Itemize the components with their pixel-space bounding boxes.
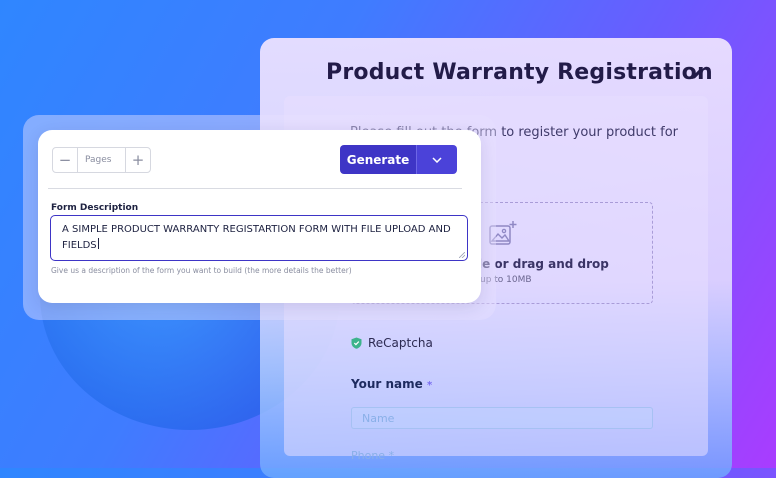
form-description-label: Form Description <box>51 203 139 213</box>
chevron-down-icon <box>432 156 442 163</box>
generate-button-group[interactable]: Generate <box>340 145 457 174</box>
name-label-text: Your name <box>351 377 423 391</box>
required-marker: * <box>426 380 433 391</box>
increment-button[interactable]: + <box>125 148 150 172</box>
resize-grip-icon[interactable] <box>459 252 465 258</box>
generate-options-button[interactable] <box>416 145 457 174</box>
form-description-value: A SIMPLE PRODUCT WARRANTY REGISTARTION F… <box>62 224 451 251</box>
pages-input[interactable]: Pages <box>78 148 125 172</box>
shield-check-icon <box>351 337 362 349</box>
form-description-help: Give us a description of the form you wa… <box>51 266 352 275</box>
upload-instructions: le or drag and drop <box>478 257 609 271</box>
phone-field-label: Phone * <box>351 449 395 462</box>
form-title: Product Warranty Registration <box>326 60 713 85</box>
edit-icon[interactable] <box>690 67 704 81</box>
pages-stepper[interactable]: − Pages + <box>52 147 151 173</box>
divider <box>48 188 462 189</box>
name-field-label: Your name * <box>351 377 432 391</box>
text-cursor <box>97 238 99 249</box>
form-description-textarea[interactable]: A SIMPLE PRODUCT WARRANTY REGISTARTION F… <box>50 215 468 261</box>
decrement-button[interactable]: − <box>53 148 78 172</box>
recaptcha-label: ReCaptcha <box>368 336 433 350</box>
name-input[interactable]: Name <box>351 407 653 429</box>
generate-button[interactable]: Generate <box>340 145 416 174</box>
